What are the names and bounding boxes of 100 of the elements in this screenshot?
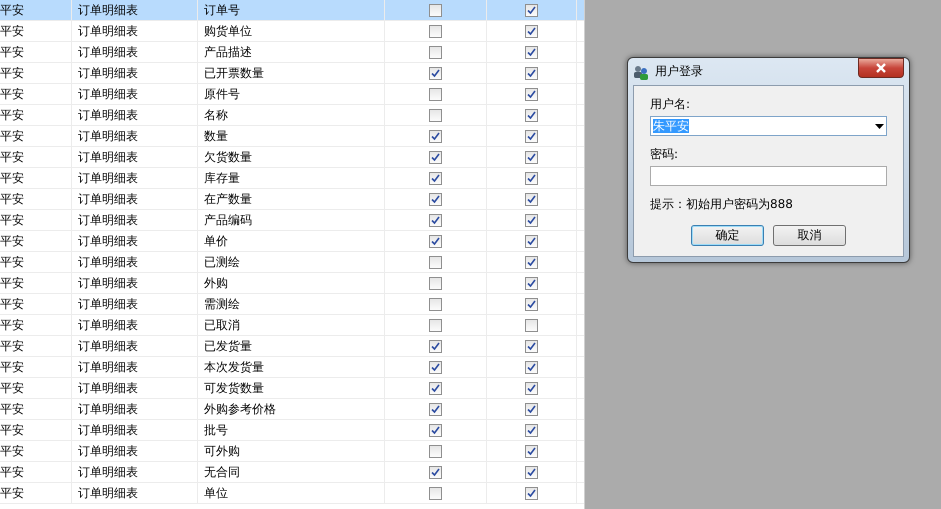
checkbox[interactable] bbox=[429, 340, 442, 352]
checkbox[interactable] bbox=[525, 24, 538, 38]
checkbox[interactable] bbox=[525, 424, 538, 436]
table-row[interactable]: 平安 订单明细表 已发货量 bbox=[0, 336, 584, 357]
checkbox[interactable] bbox=[525, 66, 538, 80]
table-cell: 购货单位 bbox=[204, 22, 252, 40]
dialog-button[interactable]: 确定 bbox=[691, 225, 764, 246]
table-cell: 名称 bbox=[204, 106, 228, 124]
checkbox[interactable] bbox=[525, 192, 538, 206]
dialog-button[interactable]: 取消 bbox=[773, 225, 846, 246]
checkbox[interactable] bbox=[429, 108, 442, 122]
table-cell: 订单明细表 bbox=[78, 44, 138, 60]
table-row[interactable]: 平安 订单明细表 批号 bbox=[0, 420, 584, 441]
checkbox[interactable] bbox=[525, 46, 538, 58]
table-row[interactable]: 平安 订单明细表 单价 bbox=[0, 231, 584, 252]
table-row[interactable]: 平安 订单明细表 已开票数量 bbox=[0, 63, 584, 84]
checkbox[interactable] bbox=[429, 150, 442, 164]
table-row[interactable]: 平安 订单明细表 购货单位 bbox=[0, 21, 584, 42]
checkbox[interactable] bbox=[525, 340, 538, 352]
checkbox[interactable] bbox=[429, 360, 442, 374]
checkbox[interactable] bbox=[429, 130, 442, 142]
table-cell: 外购参考价格 bbox=[204, 400, 276, 418]
checkbox[interactable] bbox=[429, 402, 442, 416]
table-cell: 欠货数量 bbox=[204, 148, 252, 166]
table-row[interactable]: 平安 订单明细表 欠货数量 bbox=[0, 147, 584, 168]
checkbox[interactable] bbox=[525, 172, 538, 184]
dropdown-icon[interactable] bbox=[875, 124, 884, 128]
table-cell: 订单明细表 bbox=[78, 274, 138, 292]
table-row[interactable]: 平安 订单明细表 产品描述 bbox=[0, 42, 584, 63]
checkbox[interactable] bbox=[525, 382, 538, 394]
checkbox[interactable] bbox=[525, 298, 538, 310]
table-cell: 订单明细表 bbox=[78, 400, 138, 418]
checkbox[interactable] bbox=[525, 276, 538, 290]
checkbox[interactable] bbox=[525, 108, 538, 122]
checkbox[interactable] bbox=[429, 466, 442, 478]
checkbox[interactable] bbox=[525, 360, 538, 374]
table-row[interactable]: 平安 订单明细表 外购参考价格 bbox=[0, 399, 584, 420]
checkbox[interactable] bbox=[429, 382, 442, 394]
checkbox[interactable] bbox=[429, 172, 442, 184]
checkbox[interactable] bbox=[525, 466, 538, 478]
table-cell: 订单明细表 bbox=[78, 212, 138, 228]
table-cell: 订单明细表 bbox=[78, 296, 138, 312]
checkbox[interactable] bbox=[525, 4, 538, 16]
checkbox[interactable] bbox=[429, 66, 442, 80]
checkbox[interactable] bbox=[429, 256, 442, 268]
close-icon bbox=[875, 62, 887, 72]
table-cell: 平安 bbox=[0, 254, 24, 270]
username-label: 用户名: bbox=[650, 96, 692, 110]
table-cell: 平安 bbox=[0, 484, 24, 502]
table-row[interactable]: 平安 订单明细表 单位 bbox=[0, 483, 584, 504]
checkbox[interactable] bbox=[429, 424, 442, 436]
checkbox[interactable] bbox=[429, 88, 442, 100]
checkbox[interactable] bbox=[429, 486, 442, 500]
password-field[interactable] bbox=[650, 166, 887, 186]
table-cell: 平安 bbox=[0, 212, 24, 228]
checkbox[interactable] bbox=[429, 24, 442, 38]
checkbox[interactable] bbox=[525, 256, 538, 268]
checkbox[interactable] bbox=[525, 402, 538, 416]
checkbox[interactable] bbox=[525, 486, 538, 500]
checkbox[interactable] bbox=[525, 318, 538, 332]
table-row[interactable]: 平安 订单明细表 库存量 bbox=[0, 168, 584, 189]
table-row[interactable]: 平安 订单明细表 需测绘 bbox=[0, 294, 584, 315]
checkbox[interactable] bbox=[429, 46, 442, 58]
checkbox[interactable] bbox=[429, 444, 442, 458]
table-cell: 数量 bbox=[204, 128, 228, 144]
checkbox[interactable] bbox=[429, 234, 442, 248]
table-cell: 可发货数量 bbox=[204, 380, 264, 396]
checkbox[interactable] bbox=[429, 276, 442, 290]
checkbox[interactable] bbox=[429, 318, 442, 332]
close-button[interactable] bbox=[858, 58, 904, 78]
checkbox[interactable] bbox=[525, 88, 538, 100]
table-cell: 订单明细表 bbox=[78, 170, 138, 186]
table-row[interactable]: 平安 订单明细表 本次发货量 bbox=[0, 357, 584, 378]
table-cell: 订单明细表 bbox=[78, 64, 138, 82]
table-cell: 订单明细表 bbox=[78, 316, 138, 334]
checkbox[interactable] bbox=[429, 298, 442, 310]
table-row[interactable]: 平安 订单明细表 可发货数量 bbox=[0, 378, 584, 399]
checkbox[interactable] bbox=[429, 214, 442, 226]
table-row[interactable]: 平安 订单明细表 原件号 bbox=[0, 84, 584, 105]
table-row[interactable]: 平安 订单明细表 已取消 bbox=[0, 315, 584, 336]
table-row[interactable]: 平安 订单明细表 订单号 bbox=[0, 0, 584, 21]
table-row[interactable]: 平安 订单明细表 已测绘 bbox=[0, 252, 584, 273]
table-row[interactable]: 平安 订单明细表 在产数量 bbox=[0, 189, 584, 210]
table-row[interactable]: 平安 订单明细表 产品编码 bbox=[0, 210, 584, 231]
table-row[interactable]: 平安 订单明细表 外购 bbox=[0, 273, 584, 294]
table-row[interactable]: 平安 订单明细表 数量 bbox=[0, 126, 584, 147]
checkbox[interactable] bbox=[525, 130, 538, 142]
checkbox[interactable] bbox=[525, 150, 538, 164]
table-row[interactable]: 平安 订单明细表 名称 bbox=[0, 105, 584, 126]
table-cell: 平安 bbox=[0, 296, 24, 312]
checkbox[interactable] bbox=[525, 444, 538, 458]
table-cell: 无合同 bbox=[204, 464, 240, 480]
checkbox[interactable] bbox=[429, 4, 442, 16]
table-cell: 平安 bbox=[0, 22, 24, 40]
table-row[interactable]: 平安 订单明细表 可外购 bbox=[0, 441, 584, 462]
checkbox[interactable] bbox=[525, 214, 538, 226]
table-cell: 在产数量 bbox=[204, 190, 252, 208]
table-row[interactable]: 平安 订单明细表 无合同 bbox=[0, 462, 584, 483]
checkbox[interactable] bbox=[525, 234, 538, 248]
checkbox[interactable] bbox=[429, 192, 442, 206]
